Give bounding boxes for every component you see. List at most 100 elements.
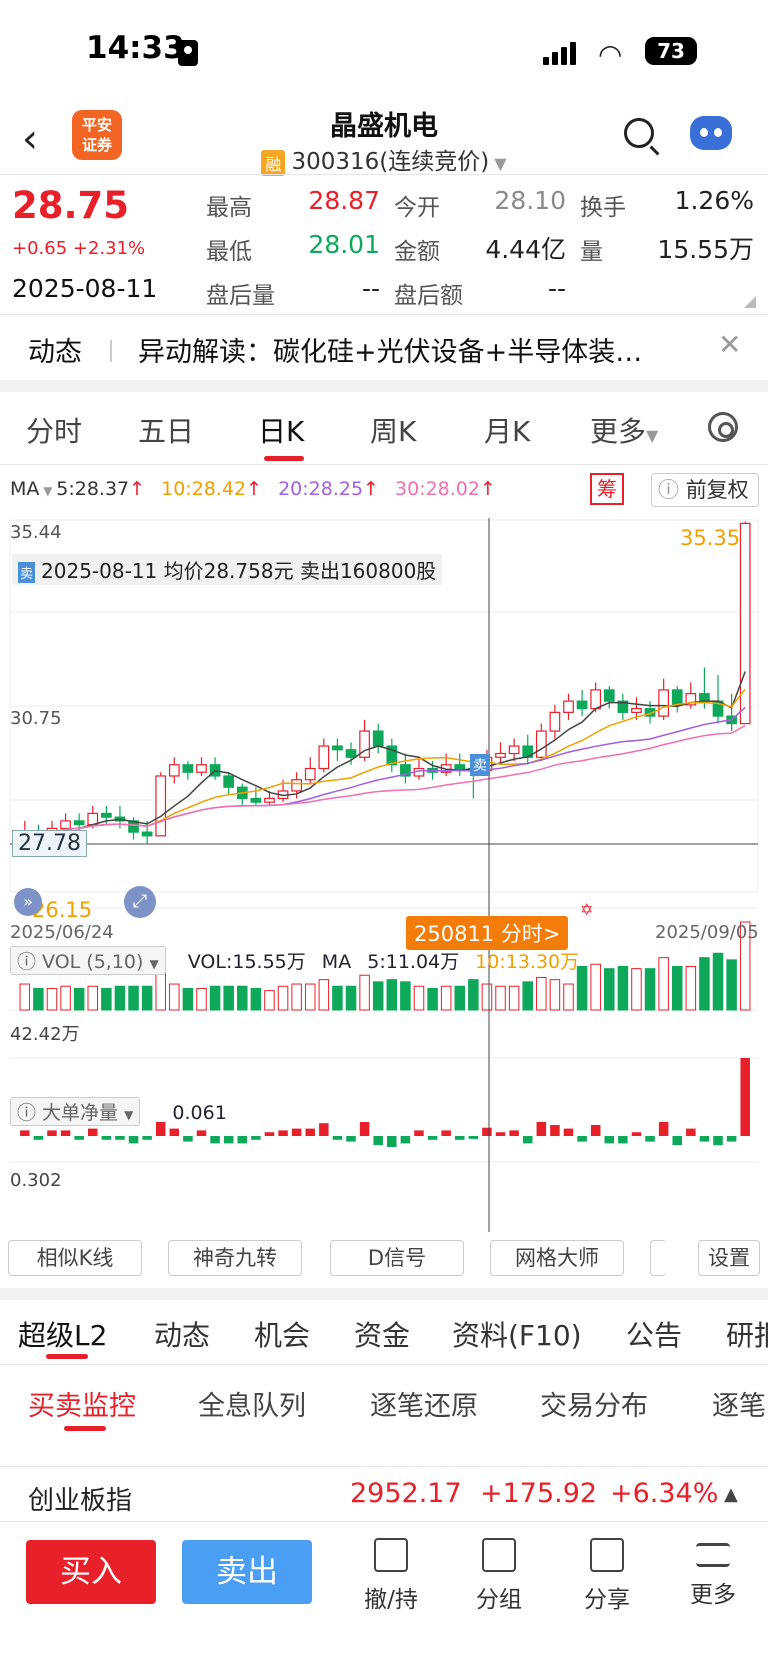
flow-bar (482, 1127, 492, 1136)
tab-f10[interactable]: 资料(F10) (452, 1314, 582, 1354)
withdraw-button[interactable]: 撤/持 (346, 1538, 436, 1614)
battery-icon: 73 (645, 37, 697, 65)
tab-opportunity[interactable]: 机会 (254, 1314, 310, 1354)
tab-monthly-k[interactable]: 月K (484, 410, 530, 450)
volume-bar (712, 952, 724, 1011)
chevron-down-icon: ▼ (39, 484, 57, 498)
tab-trade-monitor[interactable]: 买卖监控 (28, 1384, 136, 1423)
flow-bar (740, 1058, 750, 1136)
volume-indicator-select[interactable]: ⓘ VOL (5,10) ▼ (10, 946, 166, 975)
news-tag[interactable]: 动态 (28, 330, 82, 369)
candle-body (264, 797, 275, 803)
d-signal-button[interactable]: D信号 (330, 1240, 464, 1276)
date-end: 2025/09/05 (655, 922, 759, 943)
share-button[interactable]: 分享 (562, 1538, 652, 1614)
tab-tick[interactable]: 逐笔 (712, 1384, 768, 1423)
ma10-value: 10:28.42 (161, 478, 247, 500)
flow-bar (618, 1136, 628, 1144)
tab-more[interactable]: 更多▼ (590, 410, 658, 450)
amount-label: 金额 (394, 239, 440, 265)
focus-mode-icon (178, 40, 198, 66)
flow-bar (400, 1136, 411, 1144)
chevron-down-icon: ▼ (646, 426, 659, 445)
volume-bar (101, 987, 112, 1011)
crosshair-date[interactable]: 250811 分时> (406, 916, 569, 950)
sell-badge: 卖 (18, 562, 36, 583)
sell-button[interactable]: 卖出 (182, 1540, 312, 1604)
chip-distribution-button[interactable]: 筹 (590, 473, 624, 505)
volume-bar (87, 985, 99, 1011)
volume-bar (223, 985, 234, 1011)
info-icon: ⓘ (658, 478, 686, 502)
ma20-value: 20:28.25 (278, 478, 364, 500)
flow-bar (196, 1130, 207, 1136)
candle-body (508, 745, 520, 755)
flow-bar (101, 1136, 112, 1140)
similar-kline-button[interactable]: 相似K线 (8, 1240, 142, 1276)
candle-body (549, 711, 561, 732)
tab-super-l2[interactable]: 超级L2 (18, 1314, 107, 1354)
group-button[interactable]: 分组 (454, 1538, 544, 1614)
sell-marker[interactable]: 卖 (470, 754, 490, 776)
buy-button[interactable]: 买入 (26, 1540, 156, 1604)
volume-bar (536, 976, 547, 1011)
tab-research[interactable]: 研报 (726, 1314, 768, 1354)
flow-bar (142, 1136, 152, 1140)
news-headline[interactable]: 异动解读：碳化硅+光伏设备+半导体装… (138, 330, 642, 369)
tab-tick-replay[interactable]: 逐笔还原 (370, 1384, 478, 1423)
tab-five-day[interactable]: 五日 (138, 410, 194, 450)
candle-body (576, 700, 588, 710)
magic-nine-button[interactable]: 神奇九转 (168, 1240, 302, 1276)
flow-value: 0.061 (172, 1102, 227, 1124)
search-icon[interactable] (624, 118, 654, 148)
withdraw-icon (374, 1538, 408, 1572)
ma-label[interactable]: MA (10, 478, 39, 500)
volume-bar (644, 968, 656, 1011)
tab-daily-k[interactable]: 日K (258, 410, 304, 450)
flow-bar (414, 1130, 424, 1136)
tab-funds[interactable]: 资金 (354, 1314, 410, 1354)
volume-bar (237, 985, 248, 1011)
flow-bar (686, 1128, 696, 1136)
open-label: 今开 (394, 195, 440, 221)
expand-corner-icon[interactable] (744, 296, 756, 308)
crosshair-price: 27.78 (12, 830, 87, 857)
flow-bar (387, 1136, 397, 1147)
candle-body (168, 764, 180, 777)
withdraw-label: 撤/持 (364, 1587, 418, 1613)
candle-body (699, 693, 710, 702)
turnover-label: 换手 (580, 195, 626, 221)
flow-bar (631, 1132, 642, 1136)
status-time: 14:33 (86, 30, 185, 66)
close-icon[interactable]: ✕ (718, 328, 741, 361)
volume-bar (250, 987, 262, 1011)
volume-bar (671, 965, 683, 1011)
adjust-mode-button[interactable]: ⓘ 前复权 (651, 473, 759, 507)
price-change: +0.65 +2.31% (12, 238, 146, 259)
candle-body (535, 730, 547, 758)
gear-icon[interactable] (708, 412, 738, 442)
tab-announcements[interactable]: 公告 (626, 1314, 682, 1354)
high-value: 28.87 (308, 186, 380, 215)
event-star-icon[interactable]: ✡ (580, 900, 593, 919)
volume-bar (141, 985, 153, 1011)
ai-assistant-icon[interactable] (690, 116, 732, 150)
tab-news[interactable]: 动态 (154, 1314, 210, 1354)
active-tab-indicator (46, 1354, 88, 1359)
flow-indicator-select[interactable]: ⓘ 大单净量 ▼ (10, 1097, 141, 1126)
tab-full-queue[interactable]: 全息队列 (198, 1384, 306, 1423)
tab-intraday[interactable]: 分时 (26, 410, 82, 450)
more-button[interactable]: 更多 (668, 1538, 758, 1609)
flow-bar (373, 1136, 383, 1146)
flow-bar (536, 1122, 547, 1136)
fullscreen-icon[interactable]: ⤢ (124, 886, 156, 918)
tool-overflow[interactable] (650, 1240, 666, 1276)
expand-icon[interactable]: » (14, 888, 42, 916)
tab-trade-distribution[interactable]: 交易分布 (540, 1384, 648, 1423)
tool-settings-button[interactable]: 设置 (698, 1240, 760, 1276)
expand-up-icon[interactable]: ▲ (724, 1484, 738, 1505)
grid-master-button[interactable]: 网格大师 (490, 1240, 624, 1276)
flow-bar (577, 1136, 587, 1142)
tab-weekly-k[interactable]: 周K (370, 410, 416, 450)
ma5-value: 5:28.37 (56, 478, 130, 500)
